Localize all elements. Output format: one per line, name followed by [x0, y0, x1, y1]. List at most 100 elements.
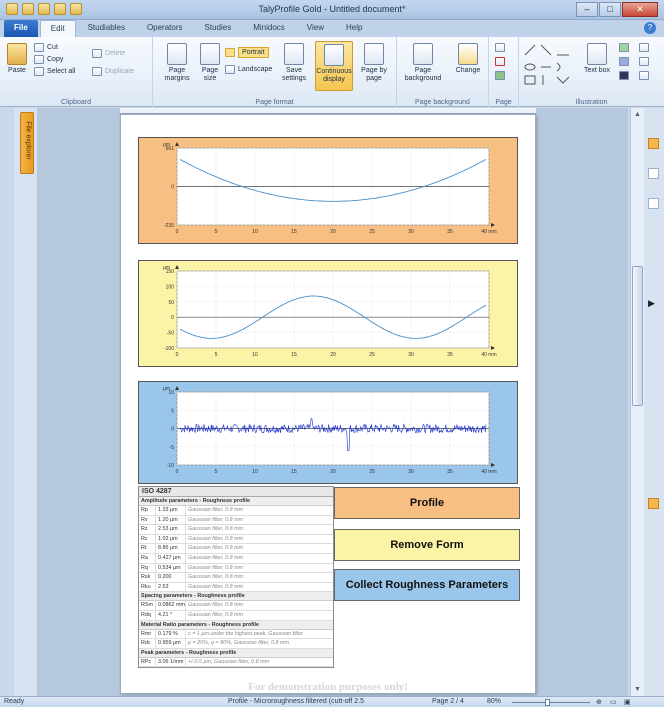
fit-page-icon[interactable]: ▣ — [624, 698, 631, 706]
x-tick-label: 10 — [252, 229, 258, 235]
shapes-gallery[interactable] — [521, 43, 581, 87]
document-page[interactable]: 661 0 -235 0 5 10 15 20 25 30 35 40 mm µm 150 100 50 0-… — [120, 114, 536, 694]
iso-table-row: Rku 2.53 Gaussian filter, 0.8 mm — [139, 582, 333, 593]
portrait-option[interactable]: Portrait — [225, 47, 269, 58]
color-picker-button[interactable] — [619, 57, 629, 66]
change-background-icon — [458, 43, 478, 65]
profile-button[interactable]: Profile — [334, 487, 520, 519]
param-name: RPc — [139, 657, 156, 667]
maximize-button[interactable]: □ — [599, 2, 621, 17]
paste-button[interactable]: Paste — [4, 43, 30, 75]
x-tick-label: 20 — [330, 229, 336, 235]
panel-tab-icon[interactable] — [648, 138, 659, 149]
view-mode-icon[interactable]: ▭ — [610, 698, 617, 706]
select-all-button[interactable]: Select all — [34, 67, 75, 76]
param-value: 4.21 ° — [156, 610, 186, 620]
minimize-button[interactable]: – — [576, 2, 598, 17]
y-unit-label: µm — [163, 386, 170, 392]
tab-edit[interactable]: Edit — [39, 20, 76, 37]
iso-table-row: Rq 0.534 µm Gaussian filter, 0.8 mm — [139, 563, 333, 574]
param-note: +/-0.5 µm, Gaussian filter, 0.8 mm — [188, 658, 270, 665]
tab-studiables[interactable]: Studiables — [78, 20, 135, 37]
image-insert-button[interactable] — [619, 43, 629, 52]
page-by-page-button[interactable]: Page by page — [357, 43, 391, 83]
delete-icon — [92, 49, 102, 58]
y-tick-label: 50 — [168, 300, 174, 306]
x-tick-label: 35 — [447, 229, 453, 235]
remove-form-button[interactable]: Remove Form — [334, 529, 520, 561]
x-tick-label: 15 — [291, 352, 297, 358]
zoom-in-icon[interactable]: ⊕ — [596, 698, 602, 706]
group-button[interactable] — [639, 71, 649, 80]
page-background-button[interactable]: Page background — [399, 43, 447, 83]
x-tick-label: 0 — [176, 469, 179, 475]
clipboard-group-label: Clipboard — [61, 99, 91, 106]
y-tick-label: -100 — [164, 346, 174, 352]
collect-roughness-parameters-button[interactable]: Collect Roughness Parameters — [334, 569, 520, 601]
roughness-chart[interactable]: 10 5 0 -5 -10 0 5 10 15 20 25 30 35 40 mm µm — [138, 381, 518, 484]
change-background-button[interactable]: Change — [451, 43, 485, 75]
tab-file[interactable]: File — [4, 20, 38, 37]
landscape-option[interactable]: Landscape — [225, 65, 272, 74]
page-margins-button[interactable]: Page margins — [157, 43, 197, 83]
page-move-button[interactable] — [495, 71, 505, 80]
zoom-slider[interactable] — [512, 702, 590, 703]
primary-profile-chart[interactable]: 661 0 -235 0 5 10 15 20 25 30 35 40 mm µm — [138, 137, 518, 244]
save-settings-button[interactable]: Save settings — [277, 43, 311, 83]
scroll-up-arrow-icon[interactable]: ▲ — [634, 111, 641, 118]
text-box-button[interactable]: Text box — [583, 43, 611, 75]
x-tick-label: 35 — [447, 352, 453, 358]
right-side-panel: ▶ — [644, 108, 664, 696]
help-icon[interactable]: ? — [644, 22, 656, 34]
collapse-arrow-icon[interactable]: ▶ — [648, 298, 659, 309]
iso-section-title: Peak parameters - Roughness profile — [139, 648, 333, 658]
panel-layers-icon[interactable] — [648, 198, 659, 209]
iso-4287-table[interactable]: ISO 4287 Amplitude parameters - Roughness… — [138, 486, 334, 669]
param-name: Ra — [139, 553, 156, 563]
align-button[interactable] — [639, 57, 649, 66]
x-tick-label: 10 — [252, 469, 258, 475]
form-removed-chart[interactable]: 150 100 50 0 -50 -100 0 5 10 15 20 25 30 35 40 mm µm — [138, 260, 518, 367]
tab-operators[interactable]: Operators — [137, 20, 193, 37]
scissors-icon — [34, 43, 44, 52]
scrollbar-thumb[interactable] — [632, 266, 643, 406]
x-tick-label: 10 — [252, 352, 258, 358]
x-tick-label: 15 — [291, 469, 297, 475]
vertical-scrollbar[interactable]: ▲ ▼ — [630, 108, 644, 696]
duplicate-button[interactable]: Duplicate — [92, 67, 134, 76]
zoom-slider-thumb[interactable] — [545, 699, 550, 706]
page-size-button[interactable]: Page size — [197, 43, 223, 83]
page-delete-button[interactable] — [495, 57, 505, 66]
continuous-display-button[interactable]: Continuous display — [315, 41, 353, 91]
scroll-down-arrow-icon[interactable]: ▼ — [634, 686, 641, 693]
x-tick-label: 25 — [369, 469, 375, 475]
tab-studies[interactable]: Studies — [195, 20, 242, 37]
iso-table-row: Rdq 4.21 ° Gaussian filter, 0.8 mm — [139, 610, 333, 621]
close-button[interactable]: ✕ — [622, 2, 658, 17]
x-tick-label: 35 — [447, 469, 453, 475]
param-note: Gaussian filter, 0.8 mm — [188, 526, 244, 533]
delete-button[interactable]: Delete — [92, 49, 125, 58]
page-add-button[interactable] — [495, 43, 505, 52]
color-picker-icon — [619, 57, 629, 66]
param-note: c = 1 µm under the highest peak, Gaussia… — [188, 630, 303, 637]
param-value: 8.86 µm — [156, 544, 186, 553]
page-delete-icon — [495, 57, 505, 66]
panel-lower-icon[interactable] — [648, 498, 659, 509]
tab-minidocs[interactable]: Minidocs — [243, 20, 295, 37]
iso-table-row: Rc 1.02 µm Gaussian filter, 0.8 mm — [139, 534, 333, 545]
cut-button[interactable]: Cut — [34, 43, 58, 52]
iso-table-row: Rsk 0.200 Gaussian filter, 0.8 mm — [139, 573, 333, 583]
page-size-icon — [200, 43, 220, 65]
tab-help[interactable]: Help — [336, 20, 372, 37]
panel-tool-icon[interactable] — [648, 168, 659, 179]
fill-button[interactable] — [619, 71, 629, 80]
arrange-button[interactable] — [639, 43, 649, 52]
document-workspace[interactable]: 661 0 -235 0 5 10 15 20 25 30 35 40 mm µm 150 100 50 0-… — [38, 108, 628, 696]
x-tick-label: 40 mm — [481, 229, 496, 235]
param-value: 0.200 — [156, 573, 186, 582]
tab-view[interactable]: View — [297, 20, 334, 37]
copy-button[interactable]: Copy — [34, 55, 63, 64]
page-background-icon — [413, 43, 433, 65]
file-explorer-tab[interactable]: File explorer — [20, 112, 34, 174]
